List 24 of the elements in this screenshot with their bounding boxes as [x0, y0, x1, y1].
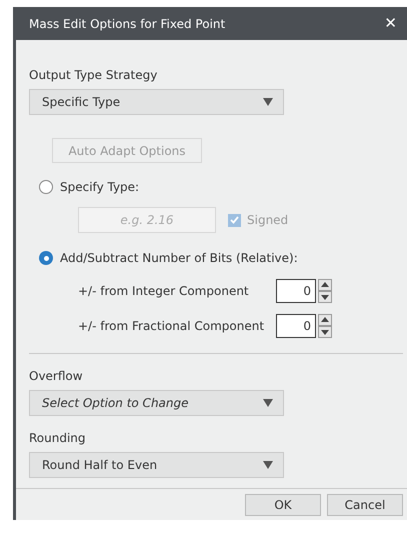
spinner-arrows-icon[interactable] — [318, 279, 332, 303]
caret-icon — [263, 98, 273, 106]
number-field[interactable]: 0 — [276, 279, 316, 303]
radio-label: Specify Type: — [60, 179, 140, 196]
field-label: Output Type Strategy — [29, 67, 158, 84]
window-title: Mass Edit Options for Fixed Point — [29, 16, 226, 32]
checkbox-label: Signed — [247, 212, 288, 229]
spinner-arrows-icon[interactable] — [318, 314, 332, 338]
field-label: +/- from Fractional Component — [78, 318, 266, 335]
close-button[interactable]: ✕ — [384, 12, 397, 35]
field-label: +/- from Integer Component — [78, 283, 250, 300]
dropdown[interactable]: Select Option to Change — [29, 390, 284, 416]
caret-icon — [263, 399, 273, 407]
radio-button[interactable] — [39, 251, 53, 265]
caret-icon — [263, 461, 273, 469]
field-label: Rounding — [29, 430, 87, 447]
radio-label: Add/Subtract Number of Bits (Relative): — [60, 250, 298, 267]
field-label: Overflow — [29, 368, 84, 385]
radio-button[interactable] — [39, 180, 53, 194]
dialog-button[interactable]: OK — [245, 494, 321, 516]
dialog-button[interactable]: Cancel — [327, 494, 403, 516]
dropdown[interactable]: Specific Type — [29, 89, 284, 115]
number-field[interactable]: 0 — [276, 314, 316, 338]
dropdown[interactable]: Round Half to Even — [29, 452, 284, 478]
